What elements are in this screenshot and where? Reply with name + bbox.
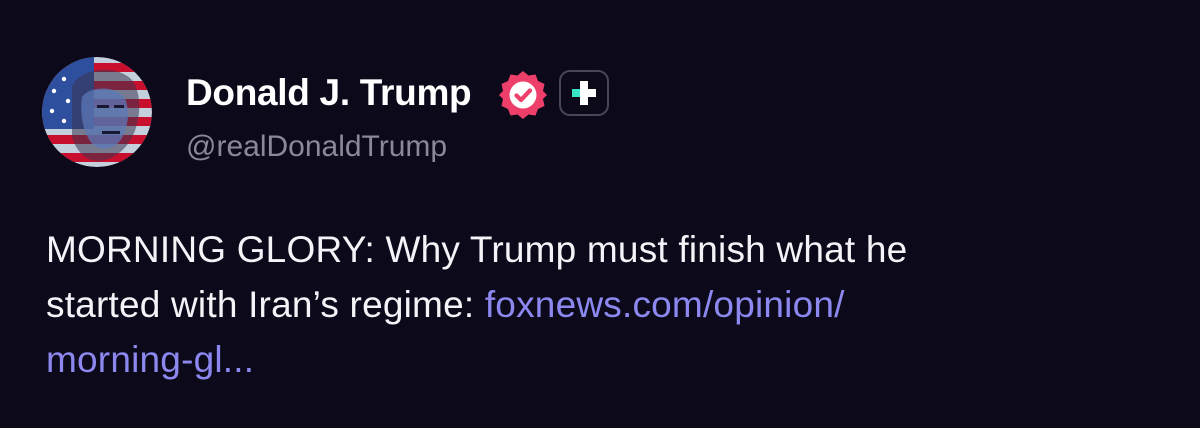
post-link-part-1[interactable]: foxnews.com/opinion/ [485,284,845,325]
post-text: MORNING GLORY: Why Trump must finish wha… [46,222,1156,387]
author-handle[interactable]: @realDonaldTrump [186,128,447,166]
post-text-line-1: MORNING GLORY: Why Trump must finish wha… [46,229,908,270]
author-display-name[interactable]: Donald J. Trump [186,70,472,116]
post-link-part-2[interactable]: morning-gl... [46,339,254,380]
post-text-line-2: started with Iran’s regime: [46,284,485,325]
verified-badge-icon [497,69,549,121]
plus-badge-icon[interactable] [559,70,609,116]
post-card: Donald J. Trump @realDonaldTrump MORNING… [0,0,1200,428]
avatar-image [42,57,152,167]
avatar[interactable] [42,57,152,167]
